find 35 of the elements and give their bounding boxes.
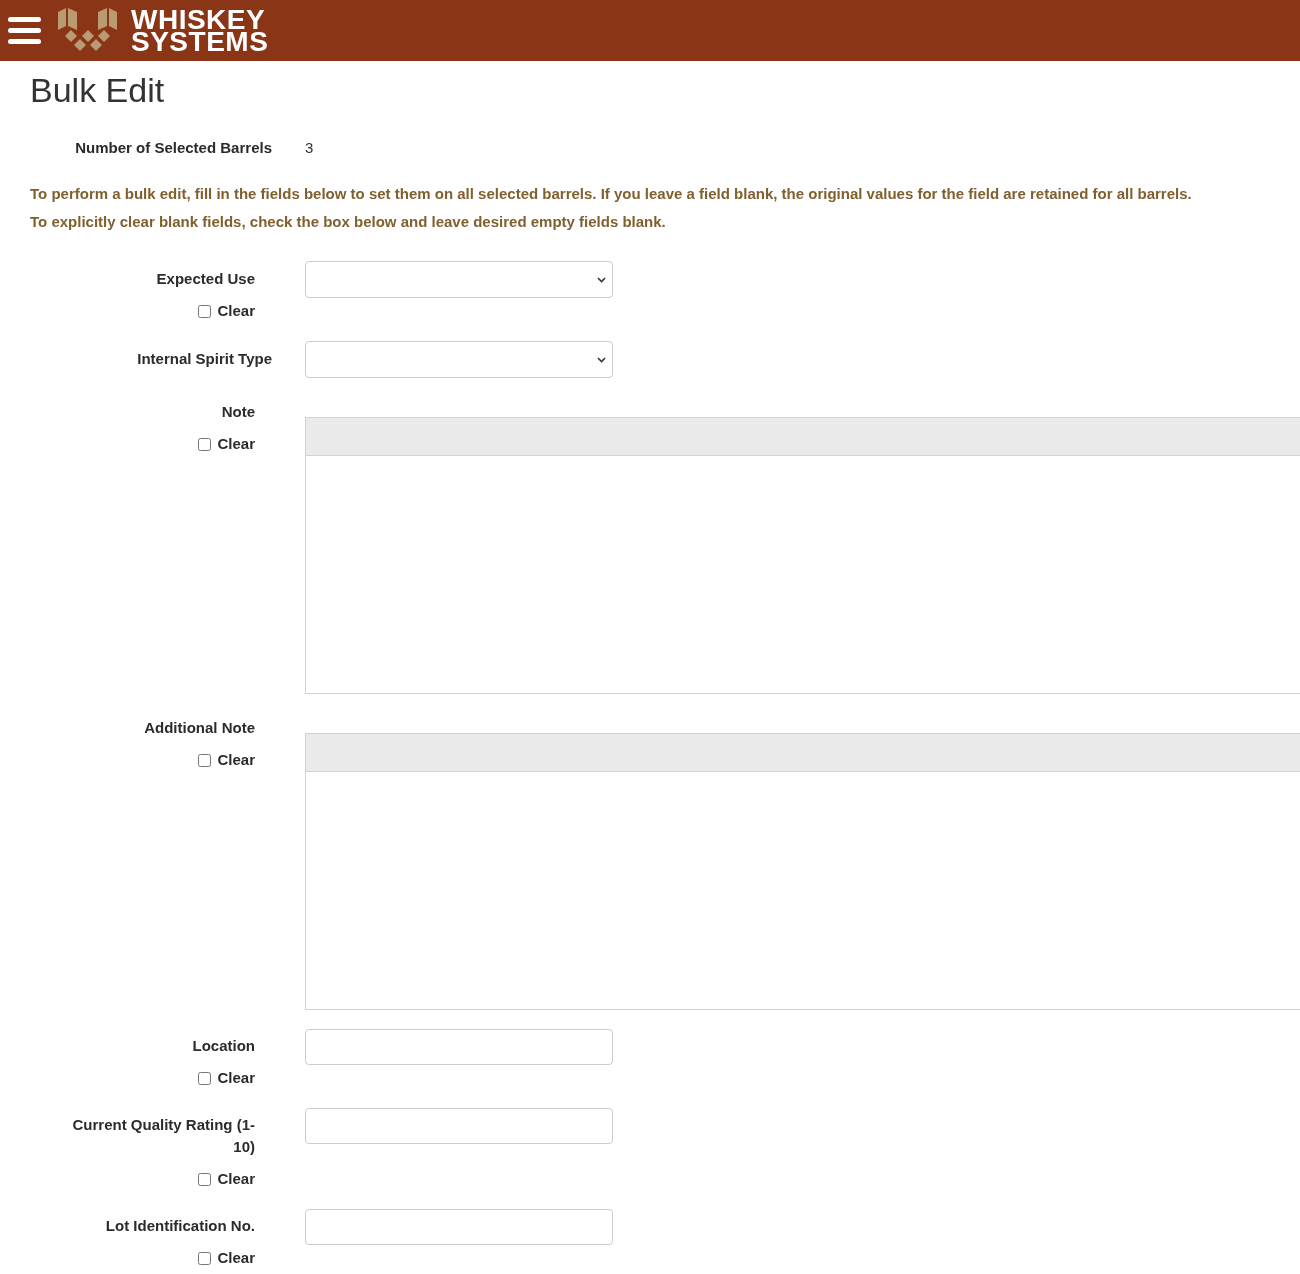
page-title: Bulk Edit (30, 70, 166, 110)
clear-checkbox[interactable] (198, 1251, 212, 1265)
field-label: Location (192, 1036, 255, 1056)
menu-icon[interactable] (8, 17, 41, 44)
instruction-text: To explicitly clear blank fields, check the box below and leave desired empty fields blank. (30, 212, 667, 232)
dropdown-field[interactable] (305, 341, 613, 378)
summary-value: 3 (305, 138, 314, 158)
clear-checkbox[interactable] (198, 1172, 212, 1186)
field-label: Additional Note (144, 718, 255, 738)
clear-label: Clear (217, 1169, 255, 1189)
clear-label: Clear (217, 1068, 255, 1088)
clear-checkbox[interactable] (198, 753, 212, 767)
logo-icon (58, 8, 117, 53)
text-input-field[interactable] (305, 1108, 613, 1144)
chevron-down-icon (597, 276, 606, 283)
text-input-field[interactable] (305, 1209, 613, 1245)
field-label: Expected Use (156, 269, 255, 289)
logo-text: WHISKEY (131, 8, 266, 31)
field-label: Internal Spirit Type (137, 349, 272, 369)
field-label: Note (221, 402, 255, 422)
logo-text: SYSTEMS (131, 30, 269, 53)
clear-checkbox[interactable] (198, 1071, 212, 1085)
field-label: Current Quality Rating (1-10) (71, 1115, 255, 1157)
instruction-text: To perform a bulk edit, fill in the fields below to set them on all selected barrels. If you leave a field blank, the original values for the field are retained for all barrels. (30, 184, 1193, 204)
summary-label: Number of Selected Barrels (75, 138, 272, 158)
field-label: Lot Identification No. (105, 1216, 255, 1236)
clear-label: Clear (217, 434, 255, 454)
clear-label: Clear (217, 301, 255, 321)
chevron-down-icon (597, 356, 606, 363)
clear-checkbox[interactable] (198, 304, 212, 318)
dropdown-field[interactable] (305, 261, 613, 298)
clear-label: Clear (217, 1248, 255, 1268)
text-input-field[interactable] (305, 1029, 613, 1065)
clear-label: Clear (217, 750, 255, 770)
clear-checkbox[interactable] (198, 437, 212, 451)
